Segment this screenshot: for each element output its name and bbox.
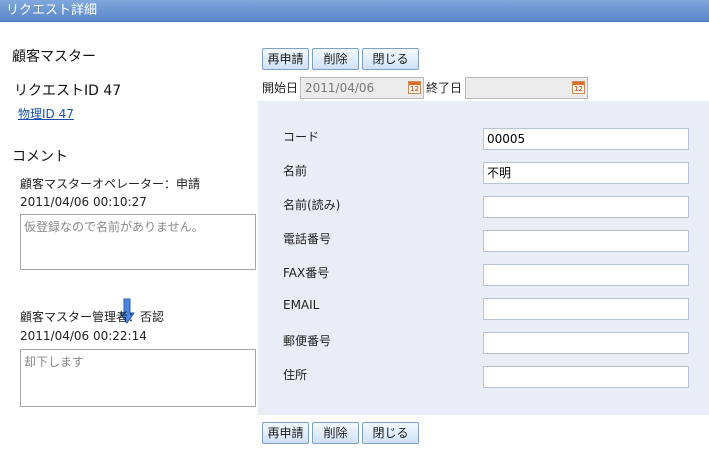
end-date-field[interactable] <box>465 77 588 99</box>
postal-code-field[interactable] <box>483 332 689 354</box>
comment-author-status: 顧客マスター管理者：否認 <box>20 310 165 324</box>
name-field[interactable]: 不明 <box>483 162 689 184</box>
section-title: 顧客マスター <box>12 49 96 65</box>
comment-author-status: 顧客マスターオペレーター：申請 <box>20 177 201 191</box>
name-reading-field[interactable] <box>483 196 689 218</box>
delete-button[interactable]: 削除 <box>312 48 359 70</box>
physical-id-link[interactable]: 物理ID 47 <box>18 105 74 122</box>
comment-timestamp: 2011/04/06 00:10:27 <box>20 195 147 209</box>
resubmit-button[interactable]: 再申請 <box>262 422 309 444</box>
detail-form-panel: コード 00005 名前 不明 名前(読み) 電話番号 FAX番号 EMAIL … <box>258 101 709 415</box>
email-field[interactable] <box>483 298 689 320</box>
field-label-email: EMAIL <box>283 298 320 312</box>
close-button[interactable]: 閉じる <box>362 48 419 70</box>
resubmit-button[interactable]: 再申請 <box>262 48 309 70</box>
code-field[interactable]: 00005 <box>483 128 689 150</box>
window-title: リクエスト詳細 <box>0 0 709 22</box>
comment-text-box[interactable]: 仮登録なので名前がありません。 <box>20 214 256 270</box>
start-date-field[interactable]: 2011/04/06 <box>300 77 424 99</box>
close-button[interactable]: 閉じる <box>362 422 419 444</box>
comment-timestamp: 2011/04/06 00:22:14 <box>20 329 147 343</box>
address-field[interactable] <box>483 366 689 388</box>
comment-heading: コメント <box>12 149 68 165</box>
fax-field[interactable] <box>483 264 689 286</box>
field-label-code: コード <box>283 130 320 144</box>
start-date-label: 開始日 <box>262 81 299 95</box>
field-label-name: 名前 <box>283 164 308 178</box>
calendar-icon[interactable]: 12 <box>408 81 421 94</box>
delete-button[interactable]: 削除 <box>312 422 359 444</box>
end-date-label: 終了日 <box>426 81 463 95</box>
field-label-phone: 電話番号 <box>283 232 332 246</box>
field-label-postal-code: 郵便番号 <box>283 334 332 348</box>
request-id: リクエストID 47 <box>14 83 122 99</box>
left-column: 顧客マスター リクエストID 47 物理ID 47 コメント 顧客マスターオペレ… <box>0 22 258 455</box>
comment-text-box[interactable]: 却下します <box>20 349 256 407</box>
field-label-address: 住所 <box>283 368 308 382</box>
calendar-icon[interactable]: 12 <box>572 81 585 94</box>
field-label-fax: FAX番号 <box>283 266 330 280</box>
phone-field[interactable] <box>483 230 689 252</box>
field-label-name-reading: 名前(読み) <box>283 198 341 212</box>
